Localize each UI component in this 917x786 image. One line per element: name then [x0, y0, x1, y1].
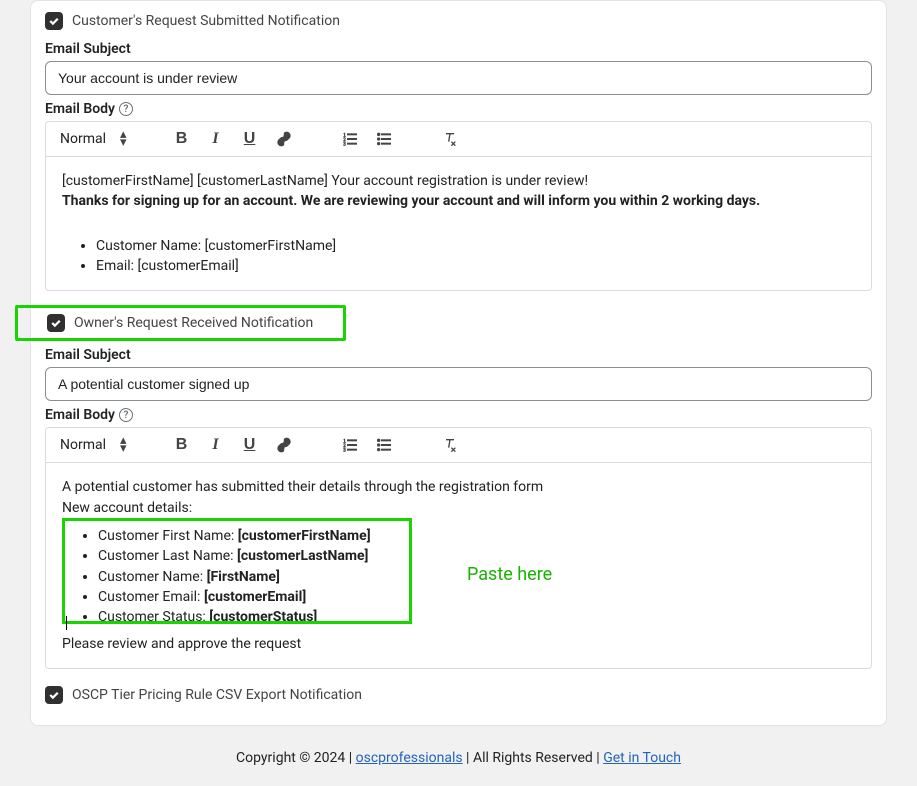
csv-export-section: OSCP Tier Pricing Rule CSV Export Notifi…: [45, 683, 872, 709]
clear-format-icon: [442, 437, 458, 453]
owner-notification-checkbox[interactable]: [47, 314, 65, 332]
underline-button[interactable]: U: [239, 128, 261, 150]
subject-label-1: Email Subject: [45, 41, 872, 57]
ordered-list-button[interactable]: 123: [339, 128, 361, 150]
bold-button[interactable]: B: [171, 128, 193, 150]
list-item: Customer Status: [customerStatus]: [98, 607, 853, 627]
body1-line1: [customerFirstName] [customerLastName] Y…: [62, 171, 855, 191]
link-button[interactable]: [273, 128, 295, 150]
link-icon: [276, 131, 292, 147]
body-label-2: Email Body ?: [45, 407, 872, 423]
ordered-list-button[interactable]: 123: [339, 434, 361, 456]
editor-2-body[interactable]: A potential customer has submitted their…: [46, 463, 871, 667]
updown-icon: ▴▾: [120, 131, 127, 147]
customer-notification-section: Customer's Request Submitted Notificatio…: [45, 9, 872, 291]
customer-notification-checkbox[interactable]: [45, 12, 63, 30]
editor-1-body[interactable]: [customerFirstName] [customerLastName] Y…: [46, 157, 871, 290]
link-button[interactable]: [273, 434, 295, 456]
owner-notification-label: Owner's Request Received Notification: [74, 315, 313, 331]
check-icon: [50, 317, 62, 329]
subject-input-2[interactable]: [45, 367, 872, 401]
body2-bullets: Customer First Name: [customerFirstName]…: [64, 526, 853, 627]
body-label-1: Email Body ?: [45, 101, 872, 117]
check-icon: [48, 689, 60, 701]
italic-button[interactable]: I: [205, 434, 227, 456]
footer-link-contact[interactable]: Get in Touch: [603, 750, 681, 766]
italic-button[interactable]: I: [205, 128, 227, 150]
format-select-2[interactable]: Normal ▴▾: [60, 437, 127, 453]
ordered-list-icon: 123: [342, 131, 358, 147]
body2-line2: New account details:: [62, 498, 855, 518]
bold-button[interactable]: B: [171, 434, 193, 456]
svg-text:3: 3: [343, 143, 346, 147]
customer-notification-checkbox-row: Customer's Request Submitted Notificatio…: [45, 9, 872, 35]
owner-notification-section: Owner's Request Received Notification Em…: [45, 305, 872, 668]
check-icon: [48, 15, 60, 27]
editor-2-toolbar: Normal ▴▾ B I U 12: [46, 428, 871, 463]
editor-1: Normal ▴▾ B I U 12: [45, 121, 872, 291]
owner-checkbox-highlight: Owner's Request Received Notification: [15, 305, 346, 341]
page-footer: Copyright © 2024 | oscprofessionals | Al…: [0, 740, 917, 786]
unordered-list-icon: [376, 437, 392, 453]
subject-label-2: Email Subject: [45, 347, 872, 363]
csv-export-checkbox[interactable]: [45, 686, 63, 704]
csv-export-label: OSCP Tier Pricing Rule CSV Export Notifi…: [72, 687, 362, 703]
list-item: Customer Email: [customerEmail]: [98, 587, 853, 607]
ordered-list-icon: 123: [342, 437, 358, 453]
clear-format-icon: [442, 131, 458, 147]
unordered-list-button[interactable]: [373, 128, 395, 150]
help-icon[interactable]: ?: [119, 408, 133, 422]
format-select-1[interactable]: Normal ▴▾: [60, 131, 127, 147]
list-item: Email: [customerEmail]: [96, 256, 855, 276]
editor-2: Normal ▴▾ B I U 12: [45, 427, 872, 668]
body2-line3: Please review and approve the request: [62, 634, 855, 654]
body2-line1: A potential customer has submitted their…: [62, 477, 855, 497]
subject-input-1[interactable]: [45, 61, 872, 95]
clear-format-button[interactable]: [439, 128, 461, 150]
body1-bullets: Customer Name: [customerFirstName] Email…: [62, 236, 855, 277]
csv-export-checkbox-row: OSCP Tier Pricing Rule CSV Export Notifi…: [45, 683, 872, 709]
updown-icon: ▴▾: [120, 437, 127, 453]
paste-here-annotation: Paste here: [467, 562, 552, 588]
unordered-list-button[interactable]: [373, 434, 395, 456]
link-icon: [276, 437, 292, 453]
editor-1-toolbar: Normal ▴▾ B I U 12: [46, 122, 871, 157]
clear-format-button[interactable]: [439, 434, 461, 456]
list-item: Customer First Name: [customerFirstName]: [98, 526, 853, 546]
underline-button[interactable]: U: [239, 434, 261, 456]
body1-line2: Thanks for signing up for an account. We…: [62, 191, 855, 211]
text-cursor: [66, 616, 67, 630]
customer-notification-label: Customer's Request Submitted Notificatio…: [72, 13, 340, 29]
footer-link-company[interactable]: oscprofessionals: [356, 750, 463, 766]
help-icon[interactable]: ?: [119, 102, 133, 116]
unordered-list-icon: [376, 131, 392, 147]
svg-text:3: 3: [343, 449, 346, 453]
list-item: Customer Name: [customerFirstName]: [96, 236, 855, 256]
settings-card: Customer's Request Submitted Notificatio…: [30, 0, 887, 726]
